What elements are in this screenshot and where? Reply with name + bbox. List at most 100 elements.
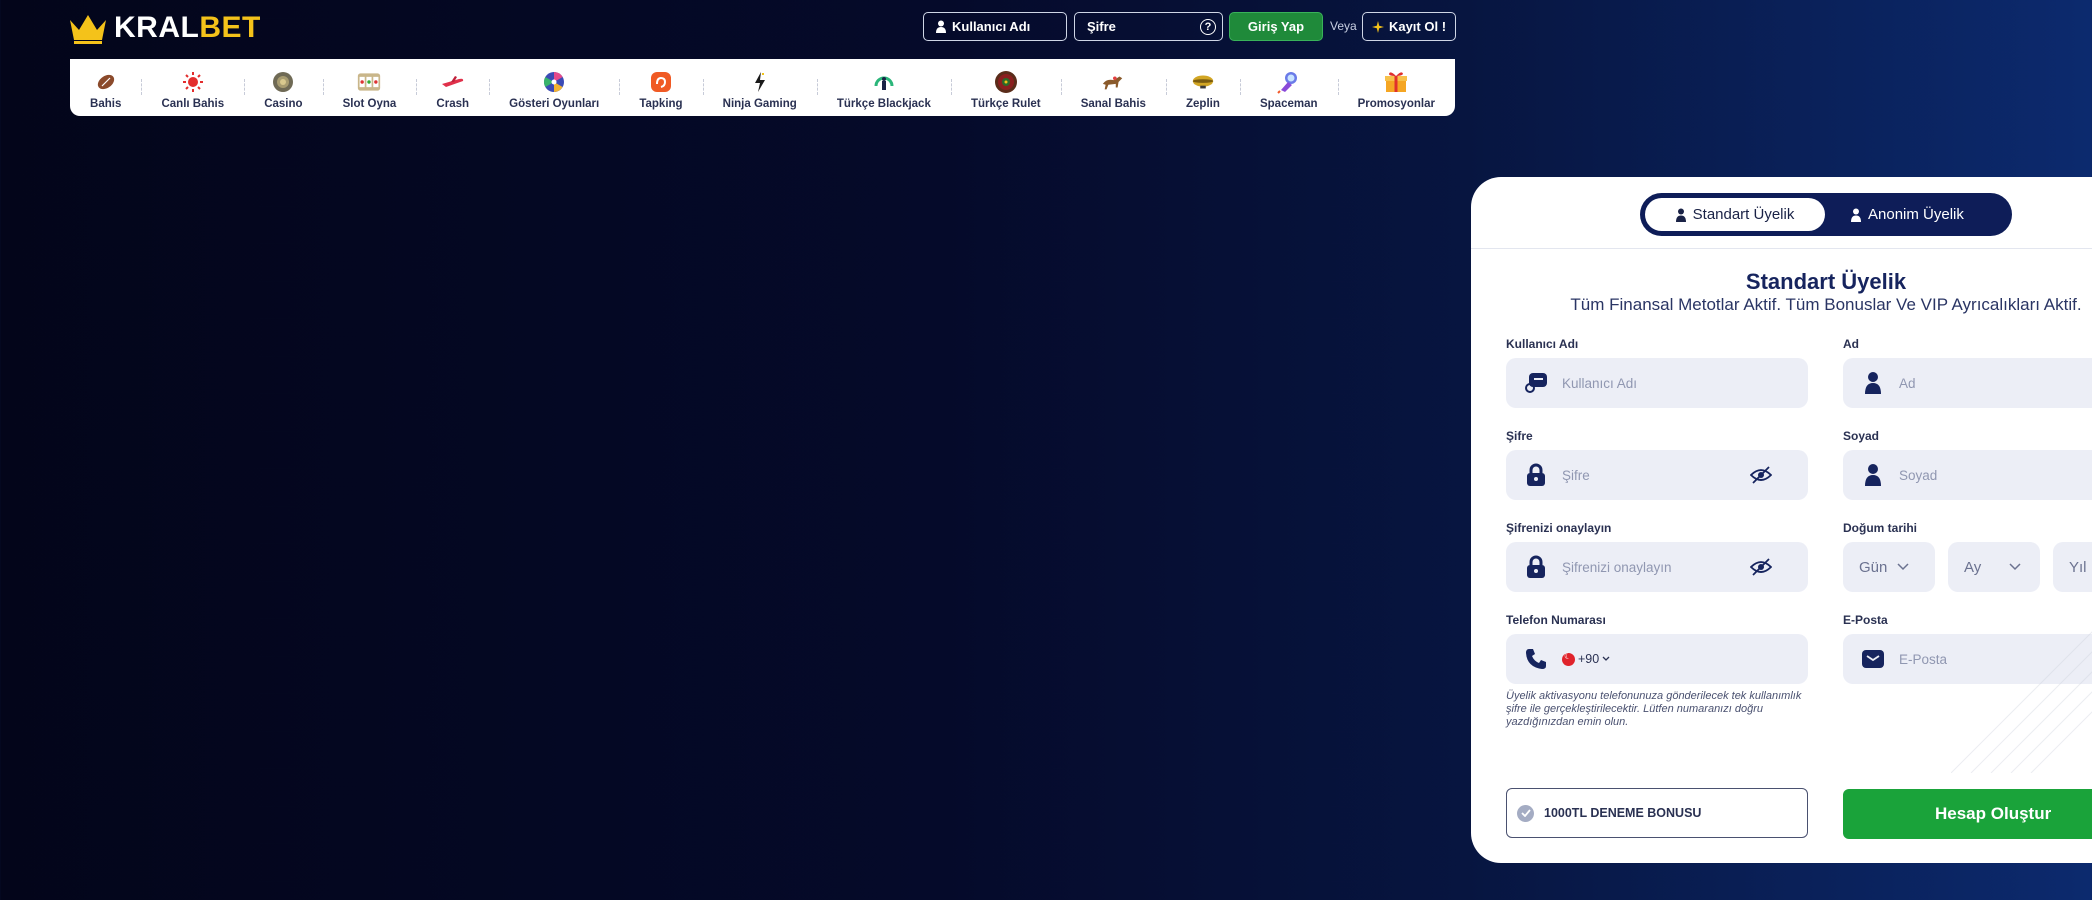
birth-year-select[interactable]: Yıl (2053, 542, 2092, 592)
create-account-button[interactable]: Hesap Oluştur (1843, 789, 2092, 839)
ninja-icon (748, 70, 772, 94)
nav-item-label: Canlı Bahis (161, 97, 225, 110)
sparkle-icon (1371, 20, 1384, 33)
nav-item-label: Ninja Gaming (722, 97, 797, 110)
user-icon (1861, 371, 1885, 395)
name-placeholder: Ad (1899, 375, 1916, 391)
nav-item-promosyonlar[interactable]: Promosyonlar (1337, 59, 1455, 116)
eye-off-icon[interactable] (1750, 557, 1772, 577)
header-username-input[interactable]: Kullanıcı Adı (923, 12, 1067, 41)
check-icon (1517, 804, 1534, 822)
page-title: Standart Üyelik (1745, 269, 1907, 294)
nav-item-canli-bahis[interactable]: Canlı Bahis (141, 59, 244, 116)
live-icon (181, 70, 205, 94)
nav-item-bahis[interactable]: Bahis (70, 59, 141, 116)
birth-day-select[interactable]: Gün (1843, 542, 1935, 592)
nav-item-casino[interactable]: Casino (244, 59, 322, 116)
turkey-flag-icon (1562, 651, 1575, 666)
register-button-label: Kayıt Ol ! (1388, 19, 1447, 34)
confirm-password-field[interactable]: Şifrenizi onaylayın (1506, 542, 1808, 592)
header-username-label: Kullanıcı Adı (952, 19, 1031, 34)
nav-item-label: Türkçe Blackjack (836, 97, 931, 110)
name-label: Ad (1843, 337, 1859, 351)
username-label: Kullanıcı Adı (1506, 337, 1579, 351)
wheel-icon (542, 70, 566, 94)
slot-icon (357, 70, 381, 94)
header-password-label: Şifre (1087, 19, 1116, 34)
name-field[interactable]: Ad (1843, 358, 2092, 408)
page-subtitle: Tüm Finansal Metotlar Aktif. Tüm Bonusla… (1570, 295, 2082, 314)
username-key-icon (1524, 371, 1548, 395)
logo[interactable]: KRALBET (68, 10, 261, 46)
casino-chip-icon (271, 70, 295, 94)
eye-off-icon[interactable] (1750, 465, 1772, 485)
username-field[interactable]: Kullanıcı Adı (1506, 358, 1808, 408)
registration-card: Standart Üyelik Anonim Üyelik Standart Ü… (1471, 177, 2092, 863)
nav-item-sanal[interactable]: Sanal Bahis (1060, 59, 1166, 116)
tab-standard[interactable]: Standart Üyelik (1645, 198, 1825, 231)
birth-month-select[interactable]: Ay (1948, 542, 2040, 592)
zeppelin-icon (1191, 70, 1215, 94)
tab-anonymous-label: Anonim Üyelik (1868, 206, 1964, 223)
confirm-password-placeholder: Şifrenizi onaylayın (1562, 559, 1672, 575)
register-button[interactable]: Kayıt Ol ! (1362, 12, 1456, 41)
nav-item-label: Türkçe Rulet (970, 97, 1041, 110)
membership-tabs-bar: Standart Üyelik Anonim Üyelik (1471, 177, 2092, 249)
nav-item-gosteri[interactable]: Gösteri Oyunları (489, 59, 619, 116)
nav-item-spaceman[interactable]: Spaceman (1239, 59, 1338, 116)
password-field[interactable]: Şifre (1506, 450, 1808, 500)
nav-item-slot[interactable]: Slot Oyna (322, 59, 417, 116)
birth-month-value: Ay (1964, 558, 1982, 576)
nav-item-label: Spaceman (1259, 97, 1318, 110)
plane-icon (441, 70, 465, 94)
nav-item-label: Sanal Bahis (1080, 97, 1146, 110)
nav-item-blackjack[interactable]: Türkçe Blackjack (816, 59, 951, 116)
or-text: Veya (1330, 19, 1357, 33)
lock-icon (1524, 555, 1548, 579)
login-button[interactable]: Giriş Yap (1229, 12, 1323, 41)
chevron-down-icon (2009, 563, 2021, 571)
email-label: E-Posta (1843, 613, 1888, 627)
spaceman-icon (1277, 70, 1301, 94)
chevron-down-icon (1602, 656, 1610, 661)
nav-item-zeplin[interactable]: Zeplin (1165, 59, 1240, 116)
nav-item-label: Casino (264, 97, 303, 110)
roulette-icon (994, 70, 1018, 94)
help-icon[interactable]: ? (1200, 18, 1216, 35)
nav-item-label: Zeplin (1186, 97, 1220, 110)
tapking-icon (649, 70, 673, 94)
tab-anonymous[interactable]: Anonim Üyelik (1825, 198, 1986, 231)
nav-item-label: Crash (436, 97, 470, 110)
user-icon (1851, 208, 1861, 222)
surname-field[interactable]: Soyad (1843, 450, 2092, 500)
bonus-label: 1000TL DENEME BONUSU (1544, 806, 1702, 820)
nav-item-rulet[interactable]: Türkçe Rulet (950, 59, 1061, 116)
nav-item-crash[interactable]: Crash (416, 59, 489, 116)
nav-item-label: Tapking (639, 97, 683, 110)
surname-label: Soyad (1843, 429, 1880, 443)
birth-year-value: Yıl (2069, 558, 2087, 576)
logo-text: KRALBET (114, 11, 261, 44)
email-placeholder: E-Posta (1899, 651, 1948, 667)
user-icon (1675, 208, 1686, 222)
user-icon (936, 20, 946, 33)
blackjack-icon (872, 70, 896, 94)
surname-placeholder: Soyad (1899, 467, 1938, 483)
mail-icon (1861, 647, 1885, 671)
membership-tabs: Standart Üyelik Anonim Üyelik (1640, 193, 2012, 236)
nav-item-label: Bahis (90, 97, 122, 110)
phone-field[interactable]: +90 (1506, 634, 1808, 684)
birth-day-value: Gün (1859, 558, 1888, 576)
password-label: Şifre (1506, 429, 1533, 443)
decorative-lines (1951, 631, 2092, 773)
header-password-input[interactable]: Şifre ? (1074, 12, 1223, 41)
tab-standard-label: Standart Üyelik (1692, 206, 1795, 223)
horse-icon (1101, 70, 1125, 94)
phone-icon (1524, 647, 1548, 671)
password-placeholder: Şifre (1562, 467, 1590, 483)
user-icon (1861, 463, 1885, 487)
nav-item-tapking[interactable]: Tapking (619, 59, 702, 116)
nav-item-ninja[interactable]: Ninja Gaming (702, 59, 817, 116)
bonus-option[interactable]: 1000TL DENEME BONUSU (1506, 788, 1808, 838)
country-code-select[interactable]: +90 (1562, 651, 1610, 666)
